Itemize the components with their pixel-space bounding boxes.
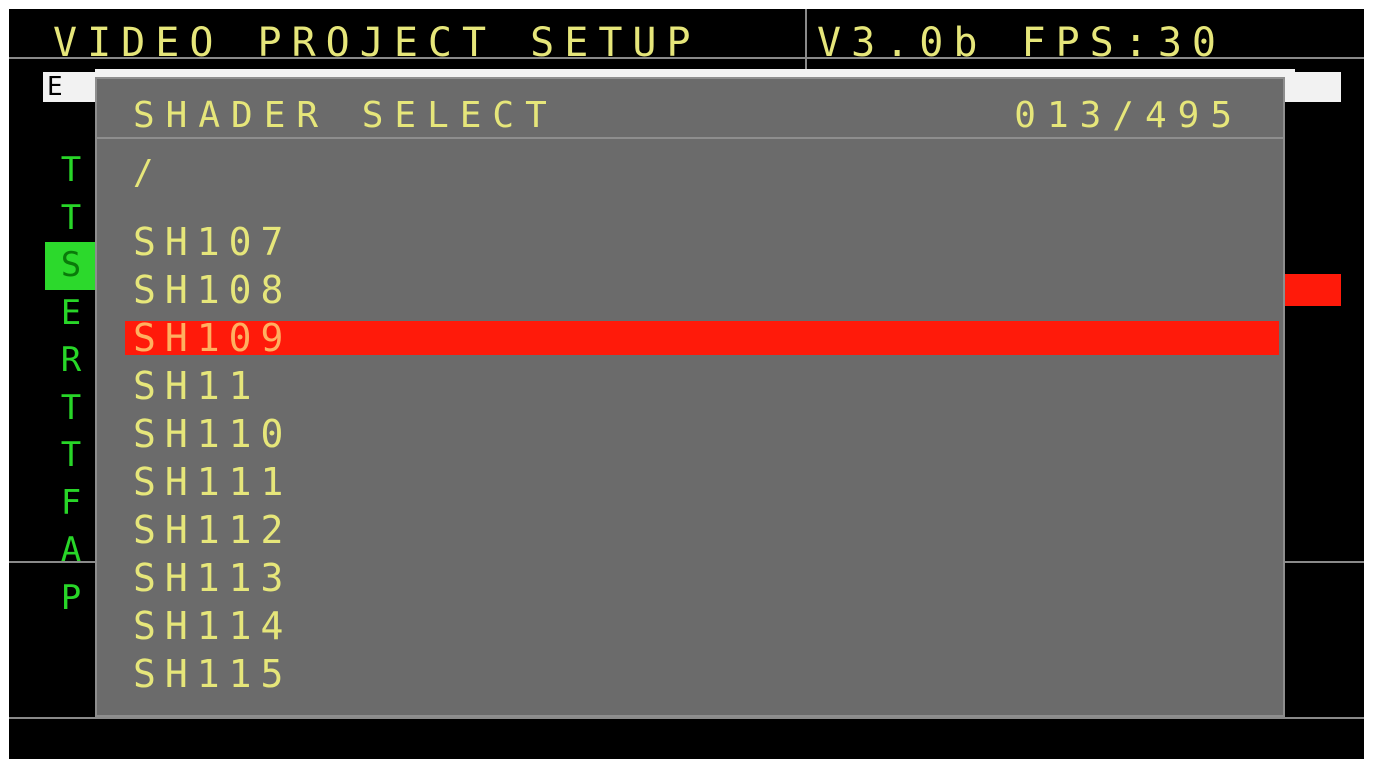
side-menu-letter[interactable]: T [45, 385, 97, 433]
right-selection-marker [1281, 274, 1341, 306]
window-title: VIDEO PROJECT SETUP [53, 20, 701, 66]
app-window: VIDEO PROJECT SETUP V3.0b FPS:30 E T T S… [9, 9, 1364, 759]
side-menu-letter[interactable]: T [45, 147, 97, 195]
side-menu-letter[interactable]: T [45, 195, 97, 243]
shader-list-item[interactable]: SH11 [97, 362, 1283, 410]
side-menu-letter-active[interactable]: S [45, 242, 97, 290]
version-fps-label: V3.0b FPS:30 [817, 20, 1226, 66]
shader-list-item[interactable]: SH110 [97, 410, 1283, 458]
dialog-title: SHADER SELECT [133, 95, 558, 136]
side-menu-letter[interactable]: A [45, 527, 97, 575]
status-divider [9, 717, 1364, 719]
side-menu-letter[interactable]: P [45, 575, 97, 623]
shader-list: SH107 SH108 SH109 SH11 SH110 SH111 SH112… [97, 218, 1283, 698]
shader-list-item[interactable]: SH114 [97, 602, 1283, 650]
background-field-strip [95, 69, 1295, 77]
shader-list-item[interactable]: SH112 [97, 506, 1283, 554]
side-menu: T T S E R T T F A P [45, 147, 97, 622]
shader-list-item[interactable]: SH113 [97, 554, 1283, 602]
shader-list-item-selected[interactable]: SH109 [125, 319, 1279, 357]
item-counter: 013/495 [1014, 95, 1243, 136]
side-menu-letter[interactable]: E [45, 290, 97, 338]
shader-list-item[interactable]: SH108 [97, 266, 1283, 314]
shader-list-item[interactable]: SH107 [97, 218, 1283, 266]
shader-list-item[interactable]: SH115 [97, 650, 1283, 698]
background-field-left[interactable]: E [43, 72, 99, 102]
background-field-right[interactable] [1285, 72, 1341, 102]
shader-select-dialog: SHADER SELECT 013/495 / SH107 SH108 SH10… [95, 77, 1285, 717]
shader-list-item[interactable]: SH111 [97, 458, 1283, 506]
title-divider [805, 9, 807, 77]
side-menu-letter[interactable]: R [45, 337, 97, 385]
title-underline [9, 57, 1364, 59]
current-path: / [133, 153, 154, 193]
dialog-separator [97, 137, 1283, 139]
side-menu-letter[interactable]: F [45, 480, 97, 528]
side-menu-letter[interactable]: T [45, 432, 97, 480]
